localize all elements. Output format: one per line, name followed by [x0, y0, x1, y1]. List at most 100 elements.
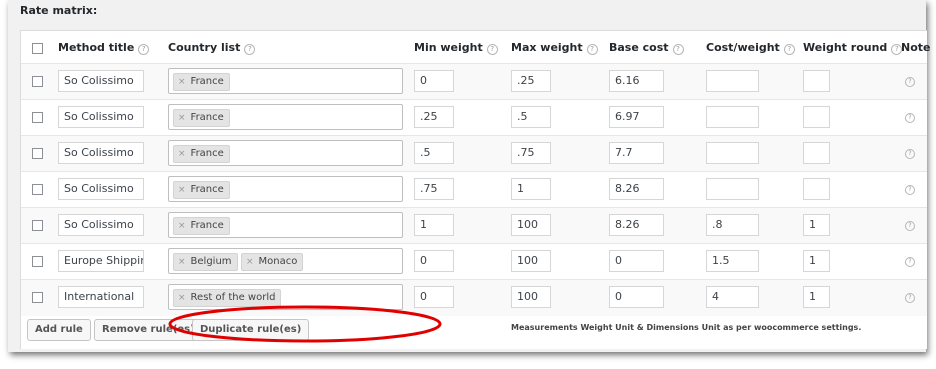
country-select[interactable]: × France: [168, 104, 403, 130]
header-max-weight: Max weight?: [511, 41, 598, 55]
note-icon[interactable]: ?: [905, 113, 915, 123]
country-select[interactable]: × France: [168, 212, 403, 238]
remove-chip-icon[interactable]: ×: [178, 149, 186, 159]
cost-weight-input[interactable]: 1.5: [706, 250, 759, 272]
country-chip: × France: [173, 73, 230, 91]
max-weight-input[interactable]: 100: [511, 214, 551, 236]
row-checkbox[interactable]: [32, 148, 43, 159]
note-icon[interactable]: ?: [905, 77, 915, 87]
country-chip: × Monaco: [241, 253, 304, 271]
rate-matrix-table: Method title? Country list? Min weight? …: [20, 30, 931, 349]
row-checkbox[interactable]: [32, 76, 43, 87]
method-title-input[interactable]: Europe Shippir: [58, 250, 144, 272]
country-chip: × Belgium: [173, 253, 238, 271]
cost-weight-input[interactable]: 4: [706, 286, 759, 308]
method-title-input[interactable]: International: [58, 286, 144, 308]
max-weight-input[interactable]: 100: [511, 250, 551, 272]
method-title-input[interactable]: So Colissimo: [58, 142, 144, 164]
add-rule-button[interactable]: Add rule: [27, 319, 91, 341]
country-chip: × France: [173, 145, 230, 163]
min-weight-input[interactable]: .5: [414, 142, 454, 164]
country-select[interactable]: × Belgium × Monaco: [168, 248, 403, 274]
header-country-list: Country list?: [168, 41, 256, 55]
header-base-cost: Base cost?: [609, 41, 684, 55]
help-icon[interactable]: ?: [244, 44, 256, 55]
table-row: Europe Shippir × Belgium × Monaco 0 100 0 …: [21, 243, 927, 280]
max-weight-input[interactable]: 1: [511, 178, 551, 200]
note-icon[interactable]: ?: [905, 257, 915, 267]
note-icon[interactable]: ?: [905, 185, 915, 195]
base-cost-input[interactable]: 8.26: [609, 214, 664, 236]
base-cost-input[interactable]: 8.26: [609, 178, 664, 200]
select-all-checkbox[interactable]: [32, 43, 43, 54]
highlight-ellipse: [168, 305, 442, 343]
method-title-input[interactable]: So Colissimo: [58, 178, 144, 200]
country-select[interactable]: × France: [168, 68, 403, 94]
country-select[interactable]: × France: [168, 176, 403, 202]
country-chip: × France: [173, 109, 230, 127]
base-cost-input[interactable]: 6.97: [609, 106, 664, 128]
remove-chip-icon[interactable]: ×: [178, 77, 186, 87]
base-cost-input[interactable]: 7.7: [609, 142, 664, 164]
help-icon[interactable]: ?: [138, 44, 150, 55]
max-weight-input[interactable]: .5: [511, 106, 551, 128]
max-weight-input[interactable]: .75: [511, 142, 551, 164]
remove-chip-icon[interactable]: ×: [178, 221, 186, 231]
table-row: So Colissimo × France .5 .75 7.7 ?: [21, 135, 927, 172]
method-title-input[interactable]: So Colissimo: [58, 214, 144, 236]
header-note: Note: [901, 41, 931, 54]
table-row: So Colissimo × France .75 1 8.26 ?: [21, 171, 927, 208]
country-chip: × France: [173, 181, 230, 199]
help-icon[interactable]: ?: [672, 44, 684, 55]
base-cost-input[interactable]: 6.16: [609, 70, 664, 92]
row-checkbox[interactable]: [32, 220, 43, 231]
header-weight-round: Weight round?: [803, 41, 903, 55]
help-icon[interactable]: ?: [486, 44, 498, 55]
section-title: Rate matrix:: [20, 4, 98, 17]
row-checkbox[interactable]: [32, 184, 43, 195]
help-icon[interactable]: ?: [783, 44, 795, 55]
method-title-input[interactable]: So Colissimo: [58, 106, 144, 128]
note-icon[interactable]: ?: [905, 221, 915, 231]
note-icon[interactable]: ?: [905, 293, 915, 303]
max-weight-input[interactable]: .25: [511, 70, 551, 92]
cost-weight-input[interactable]: [706, 142, 759, 164]
weight-round-input[interactable]: [803, 178, 830, 200]
help-icon[interactable]: ?: [586, 44, 598, 55]
row-checkbox[interactable]: [32, 292, 43, 303]
cost-weight-input[interactable]: [706, 178, 759, 200]
country-chip: × France: [173, 217, 230, 235]
max-weight-input[interactable]: 100: [511, 286, 551, 308]
cost-weight-input[interactable]: .8: [706, 214, 759, 236]
weight-round-input[interactable]: 1: [803, 214, 830, 236]
table-row: So Colissimo × France 0 .25 6.16 ?: [21, 63, 927, 100]
weight-round-input[interactable]: 1: [803, 250, 830, 272]
header-cost-weight: Cost/weight?: [706, 41, 795, 55]
min-weight-input[interactable]: .25: [414, 106, 454, 128]
base-cost-input[interactable]: 0: [609, 286, 664, 308]
weight-round-input[interactable]: [803, 70, 830, 92]
min-weight-input[interactable]: 0: [414, 250, 454, 272]
method-title-input[interactable]: So Colissimo: [58, 70, 144, 92]
remove-chip-icon[interactable]: ×: [178, 113, 186, 123]
country-select[interactable]: × France: [168, 140, 403, 166]
weight-round-input[interactable]: [803, 142, 830, 164]
remove-chip-icon[interactable]: ×: [246, 257, 254, 267]
table-row: International × Rest of the world 0 100 0…: [21, 279, 927, 316]
weight-round-input[interactable]: [803, 106, 830, 128]
note-icon[interactable]: ?: [905, 149, 915, 159]
measurement-note: Measurements Weight Unit & Dimensions Un…: [511, 323, 862, 332]
remove-chip-icon[interactable]: ×: [178, 185, 186, 195]
table-row: So Colissimo × France .25 .5 6.97 ?: [21, 99, 927, 136]
cost-weight-input[interactable]: [706, 106, 759, 128]
weight-round-input[interactable]: 1: [803, 286, 830, 308]
base-cost-input[interactable]: 0: [609, 250, 664, 272]
min-weight-input[interactable]: 1: [414, 214, 454, 236]
row-checkbox[interactable]: [32, 112, 43, 123]
header-min-weight: Min weight?: [414, 41, 498, 55]
remove-chip-icon[interactable]: ×: [178, 257, 186, 267]
min-weight-input[interactable]: 0: [414, 70, 454, 92]
cost-weight-input[interactable]: [706, 70, 759, 92]
min-weight-input[interactable]: .75: [414, 178, 454, 200]
row-checkbox[interactable]: [32, 256, 43, 267]
